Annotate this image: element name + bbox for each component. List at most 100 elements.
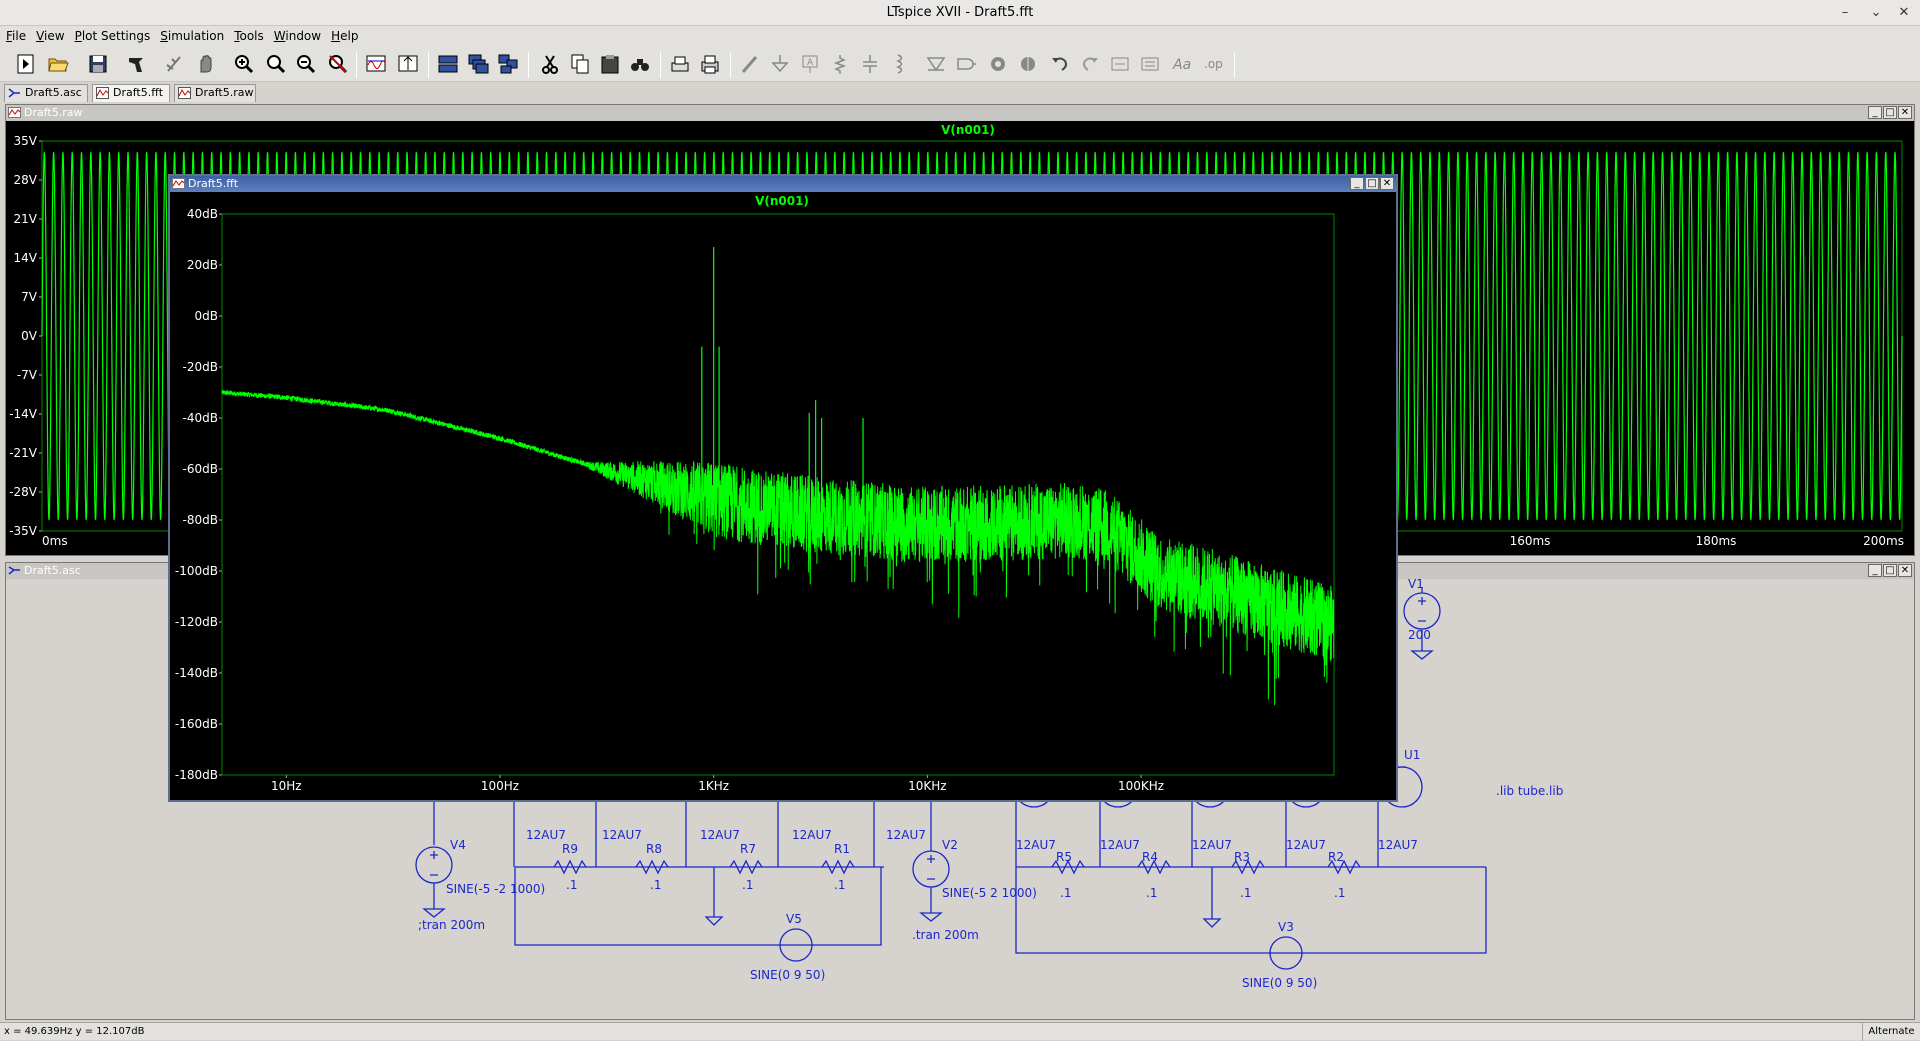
tab-draft5-raw[interactable]: Draft5.raw (174, 84, 256, 102)
r5-value: .1 (1060, 886, 1071, 900)
v3-value: SINE(0 9 50) (1242, 976, 1317, 990)
halt-icon[interactable] (192, 50, 220, 78)
r5-label: R5 (1056, 850, 1072, 864)
component-icon[interactable] (952, 50, 980, 78)
autorange-y-icon[interactable] (394, 50, 422, 78)
u1-label: U1 (1404, 748, 1420, 762)
minimize-button[interactable]: _ (1868, 564, 1882, 577)
svg-text:Aa: Aa (1172, 57, 1191, 73)
raw-y-tick-label: 14V (14, 251, 38, 265)
waveform-icon (96, 87, 109, 99)
fft-y-tick-label: -60dB (183, 462, 218, 476)
close-button[interactable]: ✕ (1380, 177, 1394, 190)
close-button[interactable]: ✕ (1898, 106, 1912, 119)
label-net-icon[interactable]: A (796, 50, 824, 78)
resistor-icon[interactable] (826, 50, 854, 78)
maximize-button[interactable]: □ (1365, 177, 1379, 190)
text-icon[interactable]: Aa (1168, 50, 1196, 78)
close-button[interactable]: ✕ (1898, 564, 1912, 577)
control-panel-icon[interactable] (122, 50, 150, 78)
minimize-button[interactable]: – (1831, 0, 1859, 26)
run-icon[interactable] (160, 50, 188, 78)
waveform-icon (178, 87, 191, 99)
fft-window-titlebar[interactable]: Draft5.fft _ □ ✕ (170, 176, 1396, 192)
tile-horizontal-icon[interactable] (434, 50, 462, 78)
menu-plot-settings[interactable]: Plot Settings (75, 29, 151, 43)
lib-directive: .lib tube.lib (1496, 784, 1563, 798)
new-schematic-icon[interactable] (12, 50, 40, 78)
tab-draft5-asc[interactable]: Draft5.asc (4, 84, 88, 102)
mirror-icon[interactable] (1014, 50, 1042, 78)
zoom-out-icon[interactable] (292, 50, 320, 78)
v1-label: V1 (1408, 579, 1424, 591)
drag-icon[interactable] (1136, 50, 1164, 78)
fft-plot[interactable]: V(n001) 40dB 20dB 0dB -20dB -40dB -60dB -80dB -… (170, 192, 1396, 800)
r3-value: .1 (1240, 886, 1251, 900)
maximize-button[interactable]: □ (1883, 564, 1897, 577)
tab-label: Draft5.fft (113, 86, 164, 99)
tube-label: 12AU7 (1016, 838, 1056, 852)
schematic-icon (8, 566, 20, 575)
fft-x-tick-label: 1KHz (698, 779, 729, 793)
menu-help[interactable]: Help (331, 29, 358, 43)
close-button[interactable]: ✕ (1890, 0, 1918, 26)
move-icon[interactable] (1106, 50, 1134, 78)
v5-label: V5 (786, 912, 802, 926)
capacitor-icon[interactable] (856, 50, 884, 78)
diode-icon[interactable] (922, 50, 950, 78)
zoom-in-icon[interactable] (230, 50, 258, 78)
cut-icon[interactable] (536, 50, 564, 78)
maximize-button[interactable]: □ (1883, 106, 1897, 119)
save-icon[interactable] (84, 50, 112, 78)
find-icon[interactable] (626, 50, 654, 78)
minimize-button[interactable]: _ (1868, 106, 1882, 119)
v3-label: V3 (1278, 920, 1294, 934)
redo-icon[interactable] (1076, 50, 1104, 78)
tube-label: 12AU7 (526, 828, 566, 842)
tube-label: 12AU7 (602, 828, 642, 842)
copy-icon[interactable] (566, 50, 594, 78)
menu-tools[interactable]: Tools (234, 29, 264, 43)
v4-label: V4 (450, 838, 466, 852)
r9-label: R9 (562, 842, 578, 856)
fft-window-title: Draft5.fft (188, 177, 239, 190)
ground-icon[interactable] (766, 50, 794, 78)
v5-value: SINE(0 9 50) (750, 968, 825, 982)
v2-label: V2 (942, 838, 958, 852)
zoom-fit-icon[interactable] (262, 50, 290, 78)
undo-icon[interactable] (1046, 50, 1074, 78)
wire-icon[interactable] (736, 50, 764, 78)
tab-label: Draft5.asc (25, 86, 82, 99)
rotate-icon[interactable] (984, 50, 1012, 78)
zoom-cancel-icon[interactable] (324, 50, 352, 78)
raw-y-tick-label: -35V (9, 524, 38, 538)
tile-vertical-icon[interactable] (494, 50, 522, 78)
menu-view[interactable]: View (36, 29, 64, 43)
fft-y-tick-label: -20dB (183, 360, 218, 374)
svg-text:A: A (807, 58, 814, 68)
status-bar: x = 49.639Hz y = 12.107dB Alternate (0, 1022, 1920, 1041)
print-icon[interactable] (696, 50, 724, 78)
r2-label: R2 (1328, 850, 1344, 864)
inductor-icon[interactable] (886, 50, 914, 78)
r3-label: R3 (1234, 850, 1250, 864)
minimize-button[interactable]: _ (1350, 177, 1364, 190)
mode-indicator: Alternate (1862, 1023, 1920, 1041)
v2-directive: .tran 200m (912, 928, 979, 942)
tube-label: 12AU7 (1192, 838, 1232, 852)
menu-window[interactable]: Window (274, 29, 321, 43)
fft-y-tick-label: -100dB (175, 564, 218, 578)
r4-value: .1 (1146, 886, 1157, 900)
autorange-x-icon[interactable] (362, 50, 390, 78)
menu-simulation[interactable]: Simulation (160, 29, 224, 43)
print-preview-icon[interactable] (666, 50, 694, 78)
menu-file[interactable]: File (6, 29, 26, 43)
r9-value: .1 (566, 878, 577, 892)
cascade-icon[interactable] (464, 50, 492, 78)
restore-button[interactable]: ⌄ (1862, 0, 1890, 26)
paste-icon[interactable] (596, 50, 624, 78)
tab-draft5-fft[interactable]: Draft5.fft (92, 84, 170, 102)
raw-window-title: Draft5.raw (24, 106, 83, 119)
open-icon[interactable] (44, 50, 72, 78)
spice-directive-icon[interactable]: .op (1198, 50, 1226, 78)
